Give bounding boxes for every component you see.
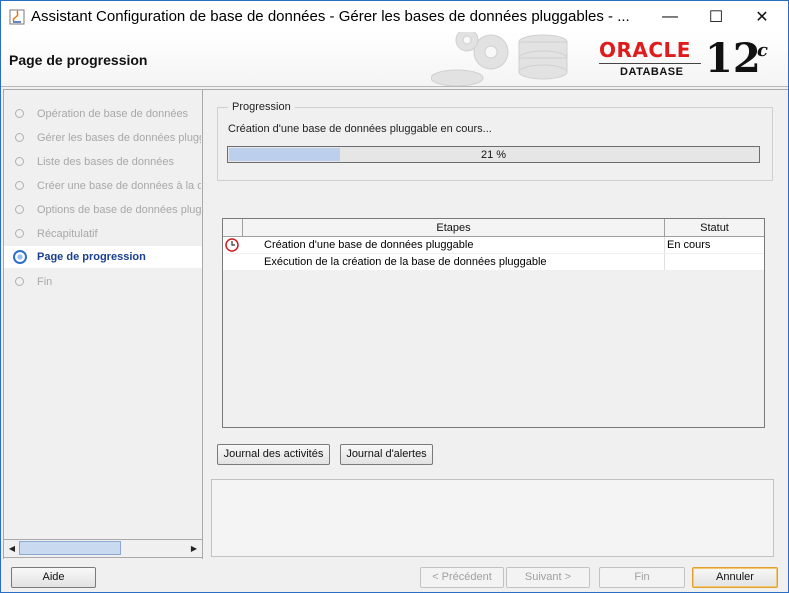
- step-dot-icon: [15, 229, 24, 238]
- sidebar-item-finish[interactable]: Fin: [4, 271, 202, 293]
- finish-button[interactable]: Fin: [599, 567, 685, 588]
- sidebar-item-label: Page de progression: [37, 251, 146, 263]
- clock-icon: [223, 237, 243, 253]
- step-dot-icon: [15, 181, 24, 190]
- window-title: Assistant Configuration de base de donné…: [31, 8, 630, 25]
- sidebar-item-create-db[interactable]: Créer une base de données à la demande: [4, 175, 202, 197]
- message-area: [211, 479, 774, 557]
- progress-percent: 21 %: [480, 149, 507, 161]
- progress-group: Progression: [217, 101, 773, 181]
- version-number: 12: [705, 35, 761, 82]
- sidebar-item-label: Liste des bases de données: [37, 156, 174, 168]
- cancel-button[interactable]: Annuler: [692, 567, 778, 588]
- column-divider: [664, 237, 665, 253]
- step-name: Création d'une base de données pluggable: [264, 239, 474, 251]
- table-header-steps: Etapes: [243, 219, 665, 237]
- oracle-logo: ORACLE: [599, 38, 691, 62]
- sidebar-item-operation[interactable]: Opération de base de données: [4, 103, 202, 125]
- sidebar-item-label: Options de base de données pluggable: [37, 204, 201, 216]
- sidebar-item-manage-pdb[interactable]: Gérer les bases de données pluggables: [4, 127, 202, 149]
- step-status: En cours: [667, 239, 711, 251]
- scrollbar-thumb[interactable]: [19, 541, 121, 555]
- version-suffix: c: [757, 40, 768, 61]
- wizard-steps-sidebar: Opération de base de données Gérer les b…: [3, 89, 203, 559]
- next-button[interactable]: Suivant >: [506, 567, 590, 588]
- step-dot-icon: [15, 205, 24, 214]
- table-header-status: Statut: [665, 219, 764, 237]
- title-bar: Assistant Configuration de base de donné…: [1, 1, 788, 32]
- sidebar-item-db-list[interactable]: Liste des bases de données: [4, 151, 202, 173]
- current-step-icon: [13, 250, 27, 264]
- page-title: Page de progression: [9, 52, 148, 68]
- alert-log-button[interactable]: Journal d'alertes: [340, 444, 433, 465]
- header-banner: Page de progression ORACLE DATABASE 12 c: [1, 32, 788, 87]
- step-dot-icon: [15, 133, 24, 142]
- logo-divider: [599, 63, 701, 64]
- empty-status-icon: [223, 254, 243, 270]
- gears-decoration-icon: [431, 32, 568, 86]
- sidebar-item-label: Créer une base de données à la demande: [37, 180, 201, 192]
- table-row[interactable]: Création d'une base de données pluggable…: [223, 237, 764, 253]
- scroll-left-icon[interactable]: ◀: [4, 540, 20, 557]
- sidebar-item-label: Récapitulatif: [37, 228, 98, 240]
- scroll-right-icon[interactable]: ▶: [186, 540, 202, 557]
- progress-status-text: Création d'une base de données pluggable…: [228, 123, 492, 135]
- close-button[interactable]: ✕: [739, 1, 785, 32]
- steps-table: Etapes Statut Création d'une base de don…: [222, 218, 765, 428]
- sidebar-item-label: Fin: [37, 276, 53, 288]
- minimize-button[interactable]: —: [647, 1, 693, 32]
- progress-group-label: Progression: [228, 101, 295, 113]
- activity-log-button[interactable]: Journal des activités: [217, 444, 330, 465]
- maximize-button[interactable]: ☐: [693, 1, 739, 32]
- java-app-icon: [9, 9, 25, 25]
- sidebar-horizontal-scrollbar[interactable]: ◀ ▶: [3, 539, 203, 558]
- app-window: Assistant Configuration de base de donné…: [0, 0, 789, 593]
- step-dot-icon: [15, 157, 24, 166]
- sidebar-item-pdb-options[interactable]: Options de base de données pluggable: [4, 199, 202, 221]
- column-divider: [664, 254, 665, 270]
- progress-bar: 21 %: [227, 146, 760, 163]
- step-dot-icon: [15, 277, 24, 286]
- sidebar-item-summary[interactable]: Récapitulatif: [4, 223, 202, 245]
- help-button[interactable]: Aide: [11, 567, 96, 588]
- step-name: Exécution de la création de la base de d…: [264, 256, 547, 268]
- table-row[interactable]: Exécution de la création de la base de d…: [223, 254, 764, 270]
- table-header-icon-column: [223, 219, 243, 237]
- previous-button[interactable]: < Précédent: [420, 567, 504, 588]
- sidebar-item-label: Gérer les bases de données pluggables: [37, 132, 201, 144]
- sidebar-item-progress[interactable]: Page de progression: [4, 246, 202, 268]
- sidebar-item-label: Opération de base de données: [37, 108, 189, 120]
- database-label: DATABASE: [620, 66, 684, 78]
- step-dot-icon: [15, 109, 24, 118]
